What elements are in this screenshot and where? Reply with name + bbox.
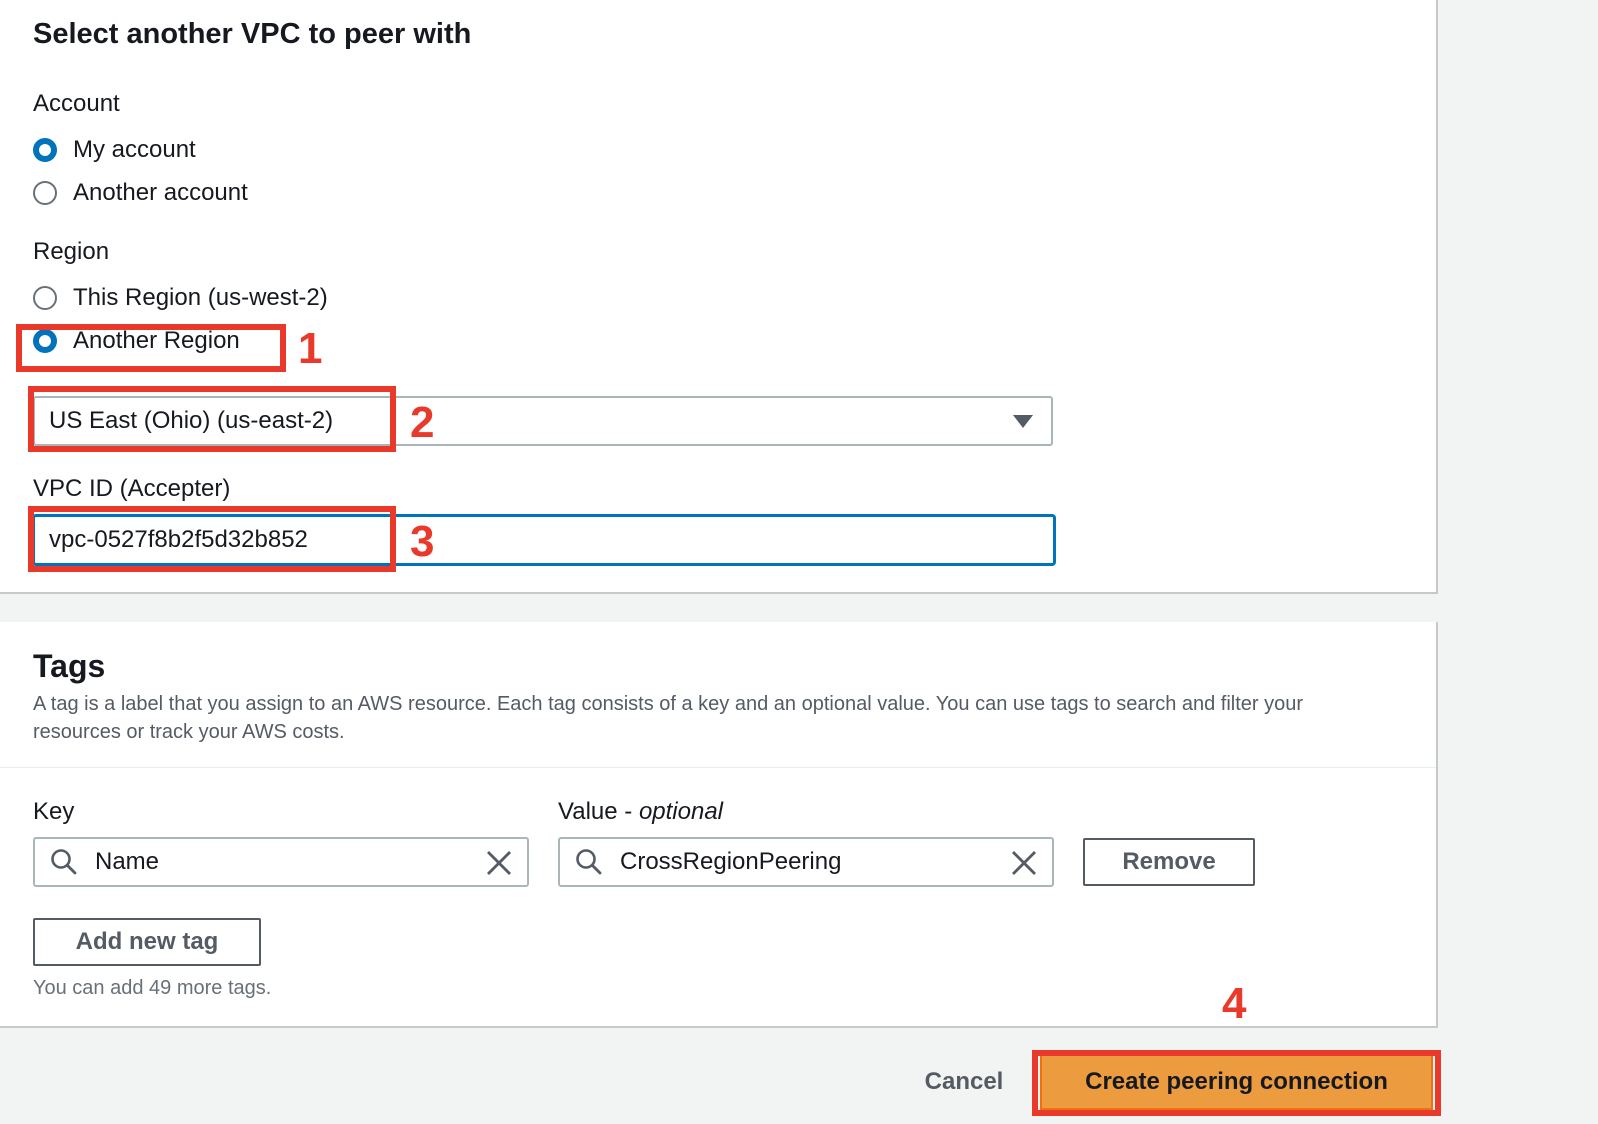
tag-key-input[interactable]: Name bbox=[33, 837, 529, 887]
cancel-button[interactable]: Cancel bbox=[920, 1064, 1008, 1100]
radio-another-account[interactable]: Another account bbox=[33, 177, 248, 209]
radio-label: Another account bbox=[73, 179, 248, 206]
tags-remaining-hint: You can add 49 more tags. bbox=[33, 977, 272, 999]
annotation-number-4: 4 bbox=[1222, 979, 1247, 1028]
annotation-box-1 bbox=[16, 324, 286, 372]
search-icon bbox=[51, 849, 77, 875]
vpc-id-label: VPC ID (Accepter) bbox=[33, 475, 231, 502]
divider bbox=[0, 767, 1436, 768]
annotation-number-1: 1 bbox=[298, 324, 323, 373]
search-icon bbox=[576, 849, 602, 875]
value-label-optional: optional bbox=[638, 798, 724, 825]
remove-tag-button[interactable]: Remove bbox=[1083, 838, 1255, 886]
add-new-tag-button[interactable]: Add new tag bbox=[33, 918, 261, 966]
tag-value-input[interactable]: CrossRegionPeering bbox=[558, 837, 1054, 887]
key-label: Key bbox=[33, 798, 75, 825]
annotation-box-4 bbox=[1032, 1050, 1441, 1116]
radio-button[interactable] bbox=[33, 286, 57, 310]
annotation-number-3: 3 bbox=[410, 517, 435, 566]
caret-down-icon bbox=[1013, 415, 1033, 428]
vpc-peer-panel: Select another VPC to peer with Account … bbox=[0, 0, 1438, 594]
region-label: Region bbox=[33, 238, 110, 265]
annotation-number-2: 2 bbox=[410, 398, 435, 447]
radio-my-account[interactable]: My account bbox=[33, 134, 196, 166]
tag-key-value: Name bbox=[95, 848, 160, 875]
radio-button[interactable] bbox=[33, 181, 57, 205]
value-label: Value - optional bbox=[558, 798, 723, 826]
radio-label: This Region (us-west-2) bbox=[73, 284, 328, 311]
annotation-box-3 bbox=[28, 506, 396, 572]
tag-value-value: CrossRegionPeering bbox=[620, 848, 842, 875]
value-label-text: Value - bbox=[558, 798, 639, 825]
clear-icon[interactable] bbox=[1010, 849, 1038, 877]
radio-label: My account bbox=[73, 136, 196, 163]
radio-button-selected[interactable] bbox=[33, 138, 57, 162]
tags-title: Tags bbox=[33, 648, 106, 684]
annotation-box-2 bbox=[28, 386, 396, 452]
tags-panel: Tags A tag is a label that you assign to… bbox=[0, 622, 1438, 1028]
clear-icon[interactable] bbox=[485, 849, 513, 877]
section-title: Select another VPC to peer with bbox=[33, 18, 472, 50]
account-label: Account bbox=[33, 90, 120, 117]
tags-description: A tag is a label that you assign to an A… bbox=[33, 693, 1304, 743]
radio-this-region[interactable]: This Region (us-west-2) bbox=[33, 282, 328, 314]
